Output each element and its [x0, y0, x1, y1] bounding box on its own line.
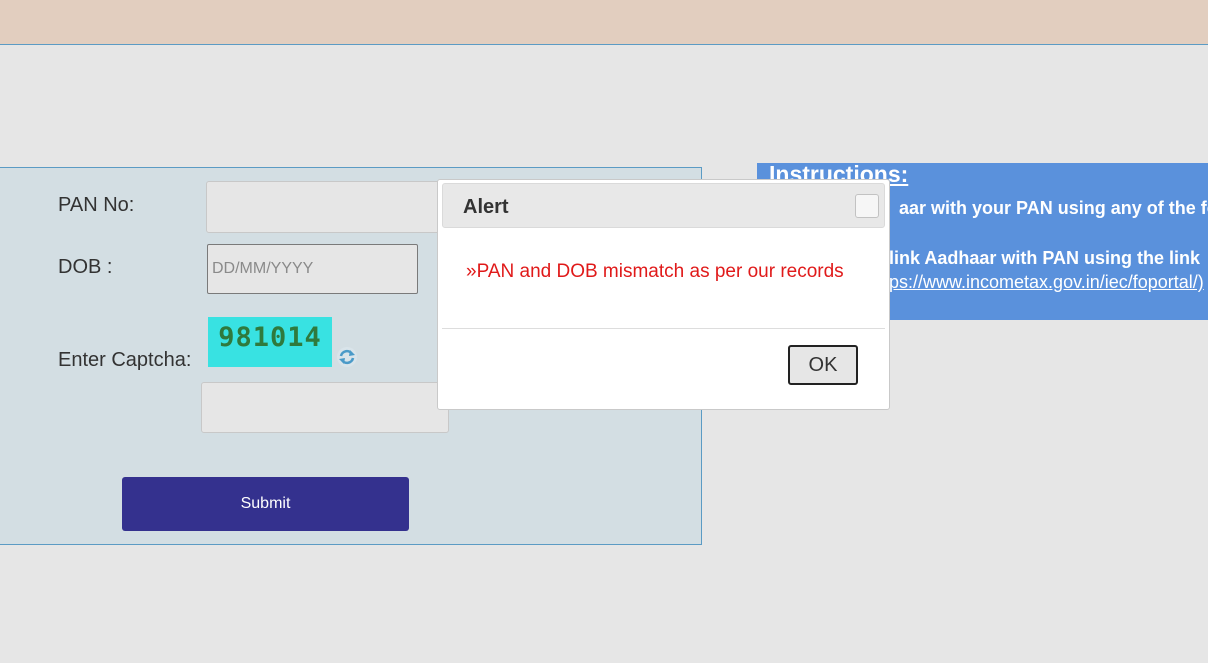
close-icon[interactable] — [855, 194, 879, 218]
alert-message: »PAN and DOB mismatch as per our records — [466, 261, 844, 282]
instructions-line-1: aar with your PAN using any of the foll — [899, 198, 1208, 218]
pan-label: PAN No: — [58, 194, 135, 216]
captcha-input[interactable] — [201, 382, 449, 433]
alert-dialog-header: Alert — [442, 183, 885, 228]
header-band — [0, 0, 1208, 45]
dob-label: DOB : — [58, 256, 113, 278]
captcha-label: Enter Captcha: — [58, 349, 192, 371]
captcha-image: 981014 — [208, 317, 332, 367]
refresh-icon[interactable] — [336, 346, 358, 368]
submit-button[interactable]: Submit — [122, 477, 409, 531]
alert-divider — [442, 328, 885, 329]
instructions-line-2: n link Aadhaar with PAN using the link — [873, 248, 1201, 268]
pan-input[interactable] — [206, 181, 456, 233]
alert-dialog: Alert »PAN and DOB mismatch as per our r… — [437, 179, 890, 410]
alert-title: Alert — [463, 196, 509, 218]
ok-button[interactable]: OK — [788, 345, 858, 385]
dob-input[interactable] — [207, 244, 418, 294]
incometax-portal-link[interactable]: tps://www.incometax.gov.in/iec/foportal/… — [884, 272, 1204, 293]
